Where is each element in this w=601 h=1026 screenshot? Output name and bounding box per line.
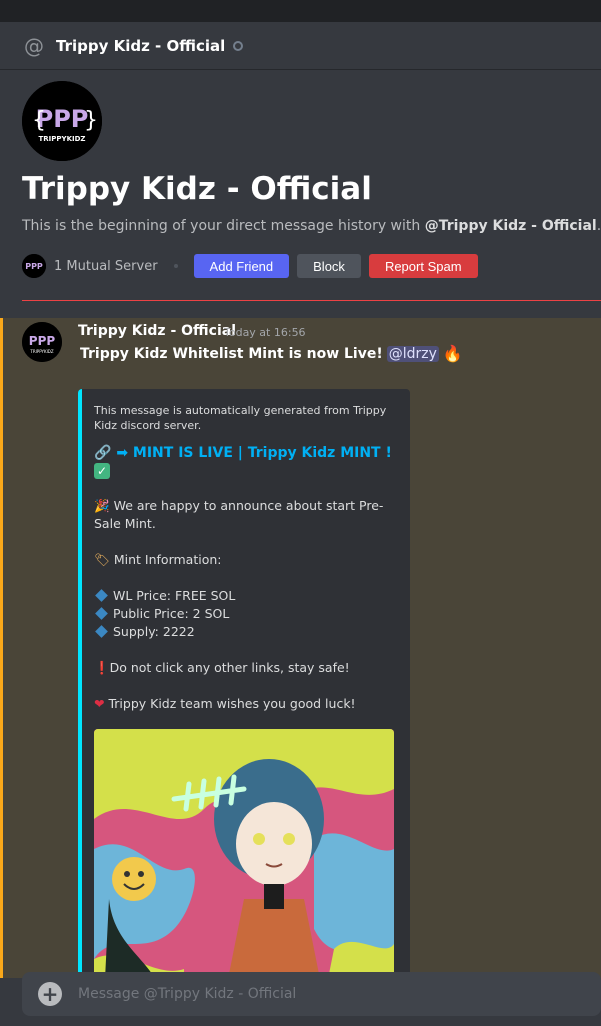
mutual-server-icon[interactable]: PPP (22, 254, 46, 278)
exclamation-icon: ❗ (94, 660, 110, 675)
fire-icon: 🔥 (442, 344, 463, 363)
message-text: Trippy Kidz Whitelist Mint is now Live! … (80, 344, 463, 363)
checkmark-icon: ✓ (94, 463, 110, 479)
window-top-strip (0, 0, 601, 22)
bottom-strip (0, 1016, 601, 1026)
svg-text:{: { (32, 108, 46, 133)
mention-highlight-bar (0, 318, 3, 978)
embed-wl-price: WL Price: FREE SOL (94, 587, 394, 605)
avatar: PPP { } TRIPPYKIDZ (22, 81, 102, 161)
mutual-row: PPP 1 Mutual Server Add Friend Block Rep… (22, 253, 486, 279)
link-icon: 🔗 (94, 445, 112, 461)
new-message-divider (22, 300, 601, 301)
plus-icon[interactable]: + (38, 982, 62, 1006)
block-button[interactable]: Block (297, 254, 361, 278)
message-composer: + (22, 972, 601, 1016)
dm-intro: PPP { } TRIPPYKIDZ Trippy Kidz - Officia… (0, 71, 601, 318)
embed-announce: 🎉 We are happy to announce about start P… (94, 497, 394, 533)
intro-desc-suffix: . (596, 218, 601, 234)
intro-desc-name: @Trippy Kidz - Official (424, 218, 597, 234)
message-input[interactable] (78, 986, 601, 1002)
embed-color-bar (78, 389, 82, 989)
intro-desc-prefix: This is the beginning of your direct mes… (22, 218, 425, 234)
embed-title-text: ➡ MINT IS LIVE | Trippy Kidz MINT ! (116, 445, 392, 461)
channel-header: @ Trippy Kidz - Official (0, 22, 601, 70)
embed-good-luck-text: Trippy Kidz team wishes you good luck! (108, 696, 356, 711)
tag-icon: 🏷 (94, 552, 110, 567)
svg-text:}: } (84, 108, 98, 133)
add-friend-button[interactable]: Add Friend (193, 254, 290, 278)
embed-supply: Supply: 2222 (94, 623, 394, 641)
embed-author: This message is automatically generated … (94, 404, 387, 432)
embed-public-price-text: Public Price: 2 SOL (113, 606, 230, 621)
blue-diamond-icon (95, 625, 108, 638)
message-avatar[interactable]: PPP TRIPPYKIDZ (22, 322, 62, 362)
message-item: PPP TRIPPYKIDZ Trippy Kidz - Official To… (0, 318, 601, 989)
mutual-servers-link[interactable]: 1 Mutual Server (54, 259, 158, 274)
blue-diamond-icon (95, 589, 108, 602)
embed-image[interactable] (94, 729, 394, 989)
embed-good-luck: ❤ Trippy Kidz team wishes you good luck! (94, 695, 394, 713)
party-popper-icon: 🎉 (94, 498, 110, 513)
svg-text:PPP: PPP (25, 262, 43, 271)
dot-separator (173, 264, 178, 268)
svg-text:TRIPPYKIDZ: TRIPPYKIDZ (29, 349, 53, 354)
message-timestamp: Today at 16:56 (224, 326, 306, 339)
at-icon: @ (24, 33, 44, 58)
embed-public-price: Public Price: 2 SOL (94, 605, 394, 623)
intro-title: Trippy Kidz - Official (22, 171, 372, 207)
embed-mint-info: 🏷 Mint Information: (94, 551, 394, 569)
message-author[interactable]: Trippy Kidz - Official (78, 323, 236, 339)
report-spam-button[interactable]: Report Spam (368, 254, 478, 278)
header-title: Trippy Kidz - Official (56, 36, 226, 55)
embed-warning: ❗Do not click any other links, stay safe… (94, 659, 394, 677)
logo-subtext: TRIPPYKIDZ (38, 135, 85, 143)
status-icon (233, 40, 244, 51)
embed-warning-text: Do not click any other links, stay safe! (109, 660, 350, 675)
embed-title[interactable]: 🔗 ➡ MINT IS LIVE | Trippy Kidz MINT ! ✓ (94, 444, 394, 480)
trippykidz-logo-icon: PPP { } TRIPPYKIDZ (22, 81, 102, 161)
embed-supply-text: Supply: 2222 (113, 624, 195, 639)
embed-wl-price-text: WL Price: FREE SOL (113, 588, 236, 603)
blue-diamond-icon (95, 607, 108, 620)
message-body: Trippy Kidz Whitelist Mint is now Live! (80, 345, 383, 362)
embed-mint-info-text: Mint Information: (113, 552, 222, 567)
embed-announce-text: We are happy to announce about start Pre… (94, 498, 384, 531)
user-mention[interactable]: @ldrzy (386, 345, 439, 362)
heart-icon: ❤ (94, 696, 105, 711)
message-embed: This message is automatically generated … (78, 389, 410, 989)
nft-artwork-image (94, 729, 394, 989)
intro-description: This is the beginning of your direct mes… (22, 218, 601, 234)
svg-text:PPP: PPP (29, 334, 56, 348)
